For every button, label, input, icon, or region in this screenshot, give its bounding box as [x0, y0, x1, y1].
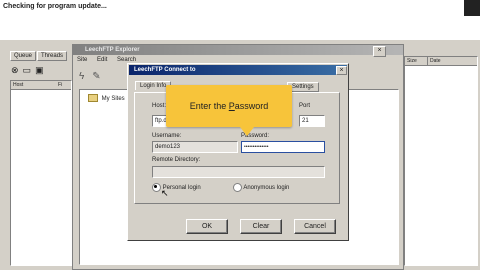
radio-checked-icon [152, 183, 161, 192]
tree-item-my-sites[interactable]: My Sites [102, 96, 125, 102]
remote-pane: Size Date [402, 48, 480, 270]
column-file[interactable]: Fi [58, 81, 62, 89]
ok-button[interactable]: OK [186, 219, 228, 234]
explorer-close-icon[interactable]: × [373, 46, 386, 57]
callout-pointer [240, 127, 254, 136]
lightning-icon[interactable]: ϟ [79, 71, 84, 82]
port-field[interactable]: 21 [299, 115, 325, 127]
menu-edit[interactable]: Edit [97, 57, 107, 63]
connect-icon[interactable]: ⊗ [11, 65, 19, 76]
username-label: Username: [152, 133, 182, 139]
clear-button[interactable]: Clear [240, 219, 282, 234]
status-text: Checking for program update... [3, 3, 107, 10]
password-field[interactable]: •••••••••••••• [241, 141, 325, 153]
image-icon[interactable]: ▣ [35, 65, 44, 76]
edit-icon[interactable]: ✎ [92, 71, 100, 82]
dialog-close-icon[interactable]: × [336, 66, 347, 75]
cancel-button[interactable]: Cancel [294, 219, 336, 234]
column-date[interactable]: Date [428, 57, 441, 65]
host-label: Host: [152, 103, 167, 109]
tab-threads[interactable]: Threads [37, 51, 68, 61]
remote-dir-label: Remote Directory: [152, 157, 201, 163]
personal-login-radio[interactable]: Personal login [152, 183, 201, 192]
explorer-titlebar-buttons: × [373, 46, 386, 57]
dialog-titlebar: LeechFTP Connect to [129, 65, 347, 75]
explorer-toolbar: ϟ ✎ [79, 71, 101, 82]
main-window-left: Queue Threads ⊗ ▭ ▣ Host Fi [8, 48, 74, 270]
column-host[interactable]: Host [11, 81, 58, 89]
queue-list[interactable]: Host Fi [10, 80, 72, 266]
tab-queue[interactable]: Queue [10, 51, 37, 61]
callout-enter-password: Enter the Password [166, 85, 292, 127]
mouse-cursor-icon: ↖ [161, 188, 169, 198]
new-icon[interactable]: ▭ [23, 65, 32, 76]
remote-dir-field[interactable] [152, 166, 325, 178]
radio-unchecked-icon [233, 183, 242, 192]
toolbar: ⊗ ▭ ▣ [11, 65, 44, 76]
port-label: Port [299, 103, 311, 109]
corner-decoration [464, 0, 480, 16]
folder-icon [88, 94, 98, 102]
menu-site[interactable]: Site [77, 57, 87, 63]
explorer-titlebar: LeechFTP Explorer [73, 45, 403, 55]
username-field[interactable]: demo123 [152, 141, 238, 153]
anonymous-login-radio[interactable]: Anonymous login [233, 183, 289, 192]
column-size[interactable]: Size [405, 57, 428, 65]
